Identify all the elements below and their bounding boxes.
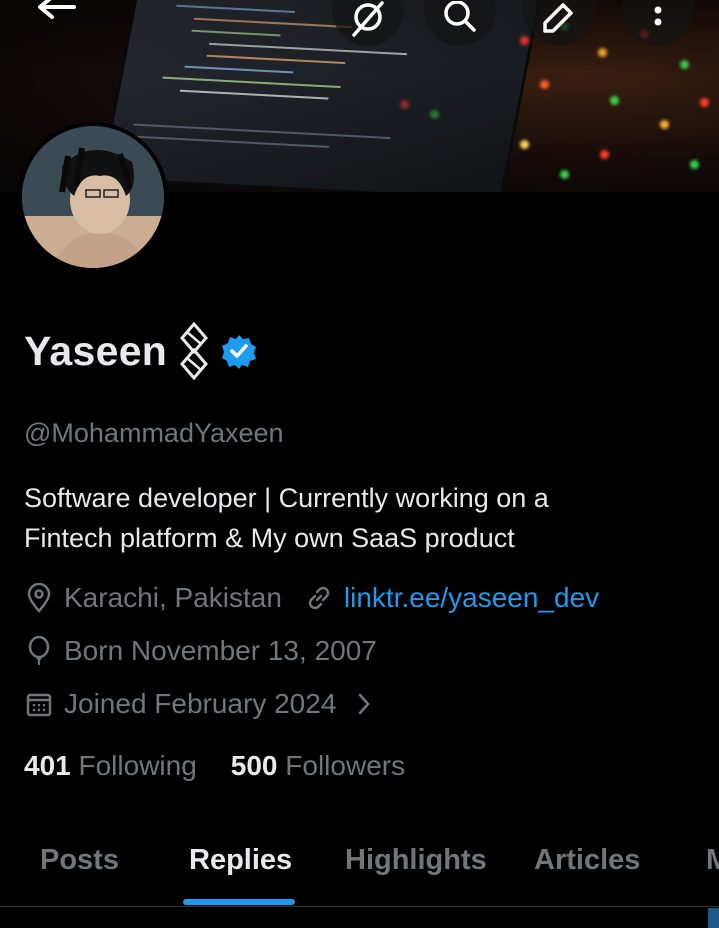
bio-line: Fintech platform & My own SaaS product (24, 523, 515, 553)
profile-tabs: Posts Replies Highlights Articles M (0, 820, 719, 906)
more-vertical-icon (654, 6, 662, 26)
active-tab-indicator (183, 899, 295, 905)
tab-more-truncated[interactable]: M (706, 844, 719, 877)
following-count: 401 (24, 750, 71, 781)
arrow-left-icon (38, 0, 76, 19)
profile-meta-location-row: Karachi, Pakistan linktr.ee/yaseen_dev (24, 582, 599, 614)
profile-bio: Software developer | Currently working o… (24, 478, 684, 558)
profile-name: Yaseen (24, 327, 168, 374)
profile-stats: 401 Following 500 Followers (24, 750, 405, 782)
tab-articles[interactable]: Articles (534, 844, 640, 877)
calendar-icon (24, 689, 54, 719)
followers-count: 500 (230, 750, 278, 781)
following-stat[interactable]: 401 Following (24, 750, 197, 782)
bio-line: Software developer | Currently working o… (24, 483, 549, 513)
back-button[interactable] (28, 0, 84, 34)
verified-badge-icon[interactable] (221, 333, 257, 369)
tab-posts[interactable]: Posts (40, 844, 119, 877)
link-icon (304, 583, 334, 613)
profile-meta-joined-row[interactable]: Joined February 2024 (24, 688, 374, 720)
search-icon (444, 1, 476, 32)
balloon-icon (24, 636, 54, 666)
followers-stat[interactable]: 500 Followers (231, 750, 405, 782)
tabs-divider (0, 906, 719, 907)
profile-handle: @MohammadYaxeen (24, 418, 284, 448)
avatar[interactable] (18, 122, 168, 272)
following-label: Following (78, 750, 197, 781)
edit-icon (543, 3, 573, 33)
content-edge (708, 908, 719, 928)
profile-birthday: Born November 13, 2007 (64, 635, 377, 666)
tab-highlights[interactable]: Highlights (345, 844, 487, 877)
tab-replies[interactable]: Replies (189, 844, 292, 877)
followers-label: Followers (285, 750, 406, 781)
location-pin-icon (24, 583, 54, 613)
profile-name-row: Yaseen (24, 322, 257, 380)
profile-page: Yaseen @MohammadYaxeen Software develope… (0, 0, 719, 928)
profile-meta-birthday-row: Born November 13, 2007 (24, 635, 377, 667)
chevron-right-icon (359, 693, 370, 715)
grok-icon (352, 1, 384, 37)
profile-location: Karachi, Pakistan (64, 582, 282, 613)
profile-website-link[interactable]: linktr.ee/yaseen_dev (344, 582, 599, 614)
chain-glyph-icon (180, 322, 209, 380)
profile-joined: Joined February 2024 (64, 688, 337, 719)
avatar-image (22, 126, 164, 268)
